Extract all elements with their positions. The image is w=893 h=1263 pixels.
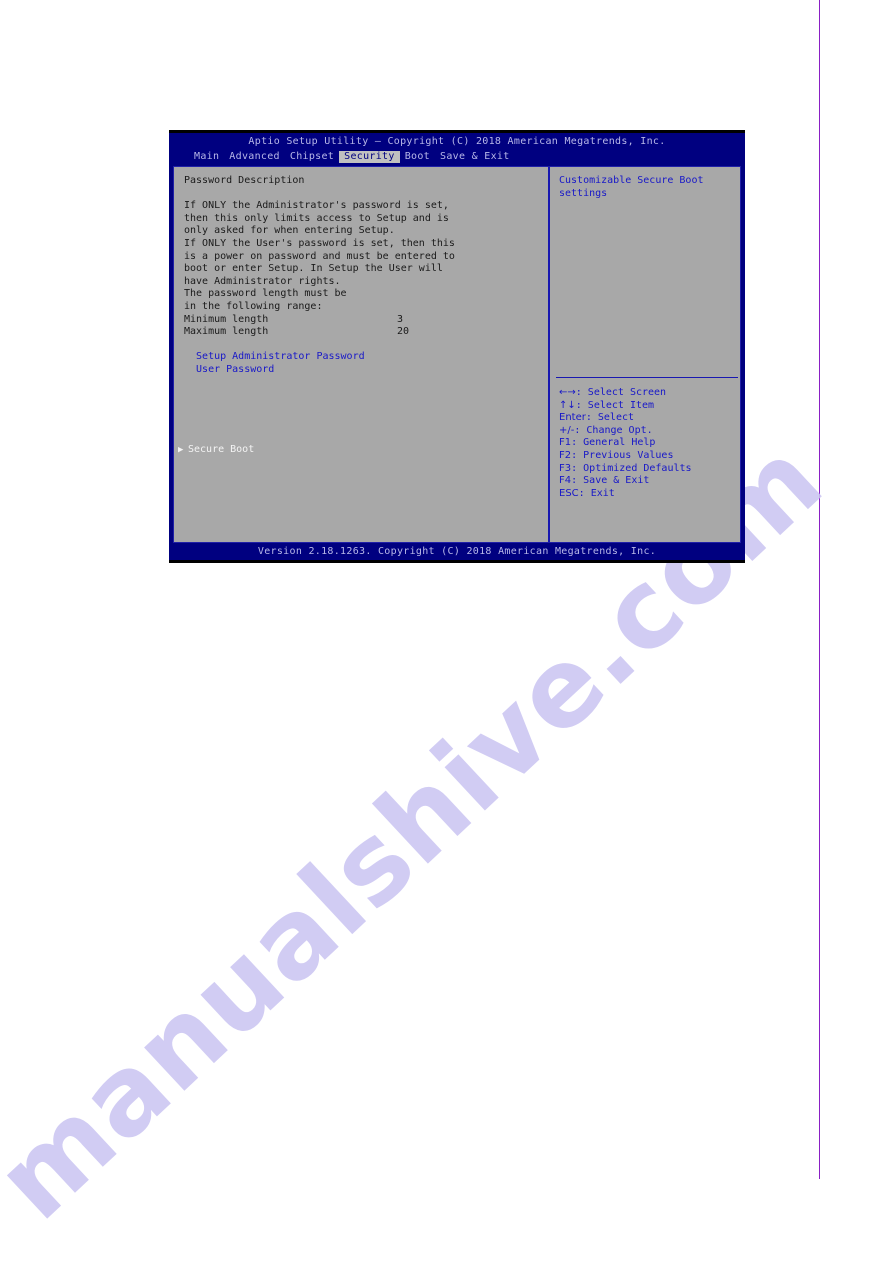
description-line: have Administrator rights. — [184, 275, 341, 287]
tab-advanced[interactable]: Advanced — [224, 151, 285, 164]
description-line: in the following range: — [184, 300, 323, 312]
nav-key: F1 — [559, 437, 572, 449]
nav-key: Enter — [559, 412, 586, 424]
tab-main[interactable]: Main — [189, 151, 224, 164]
password-length-row: Maximum length 20 — [184, 326, 410, 338]
nav-key: F3 — [559, 462, 572, 474]
left-pane: Password Description If ONLY the Adminis… — [174, 167, 550, 542]
description-line: If ONLY the User's password is set, then… — [184, 237, 455, 249]
nav-key-description: : Select Item — [575, 399, 655, 411]
nav-key-row: F3: Optimized Defaults — [559, 463, 692, 476]
nav-key-row: F4: Save & Exit — [559, 475, 692, 488]
nav-key: ↑↓ — [559, 399, 576, 411]
password-option-list[interactable]: Setup Administrator Password User Passwo… — [184, 351, 548, 376]
tab-security[interactable]: Security — [339, 150, 400, 164]
nav-key: ←→ — [559, 387, 576, 398]
help-line: Customizable Secure Boot — [559, 175, 704, 186]
password-length-rows: Minimum length 3 Maximum length 20 — [184, 314, 548, 339]
tab-chipset[interactable]: Chipset — [285, 151, 339, 164]
nav-key: +/- — [559, 424, 575, 436]
password-length-value: 3 — [397, 313, 404, 325]
description-line: then this only limits access to Setup an… — [184, 212, 449, 224]
nav-key-row: F2: Previous Values — [559, 450, 692, 463]
nav-key: ESC — [559, 487, 579, 499]
nav-key-description: : General Help — [571, 437, 656, 449]
nav-key: F4 — [559, 475, 572, 487]
password-length-value: 20 — [397, 326, 410, 338]
description-line: boot or enter Setup. In Setup the User w… — [184, 263, 443, 275]
password-description-body: If ONLY the Administrator's password is … — [184, 200, 548, 313]
nav-key-row: +/-: Change Opt. — [559, 425, 692, 438]
bios-menu-bar[interactable]: Main Advanced Chipset Security Boot Save & Ex… — [169, 150, 745, 164]
secure-boot-label: Secure Boot — [188, 444, 255, 456]
nav-key-row: ESC: Exit — [559, 488, 692, 501]
nav-key-description: : Save & Exit — [571, 475, 650, 487]
password-description-title: Password Description — [184, 175, 305, 186]
nav-key-description: : Optimized Defaults — [571, 462, 692, 474]
tab-boot[interactable]: Boot — [400, 151, 435, 164]
nav-key-description: : Select Screen — [575, 387, 667, 398]
password-length-row: Minimum length 3 — [184, 313, 404, 325]
description-line: is a power on password and must be enter… — [184, 250, 455, 262]
watermark: manualshive.com — [0, 417, 847, 1243]
nav-key-description: : Exit — [578, 487, 615, 499]
bios-body: Password Description If ONLY the Adminis… — [173, 166, 741, 543]
sidebar-item-secure-boot[interactable]: ▶ Secure Boot — [174, 444, 548, 457]
bios-footer: Version 2.18.1263. Copyright (C) 2018 Am… — [169, 543, 745, 560]
nav-divider — [556, 377, 738, 378]
tab-save-exit[interactable]: Save & Exit — [435, 151, 515, 164]
bios-title-bar: Aptio Setup Utility – Copyright (C) 2018… — [248, 136, 666, 147]
page-margin-line — [819, 0, 820, 1179]
right-pane: Customizable Secure Boot settings ←→: Sel… — [550, 167, 740, 542]
description-line: If ONLY the Administrator's password is … — [184, 200, 449, 212]
nav-key: F2 — [559, 449, 572, 461]
nav-key-legend: ←→: Select Screen ↑↓: Select Item Enter: S… — [559, 387, 692, 500]
menu-item-setup-administrator-password[interactable]: Setup Administrator Password — [184, 351, 548, 364]
help-text: Customizable Secure Boot settings — [559, 175, 740, 200]
help-line: settings — [559, 187, 608, 199]
nav-key-row: ↑↓: Select Item — [559, 400, 692, 413]
chevron-right-icon: ▶ — [178, 445, 184, 455]
description-line: only asked for when entering Setup. — [184, 225, 395, 237]
nav-key-description: : Change Opt. — [574, 424, 653, 436]
description-line: The password length must be — [184, 288, 347, 300]
menu-item-user-password[interactable]: User Password — [184, 364, 548, 377]
nav-key-row: Enter: Select — [559, 412, 692, 425]
bios-setup-window: Aptio Setup Utility – Copyright (C) 2018… — [169, 130, 745, 563]
nav-key-description: : Select — [585, 412, 635, 424]
nav-key-description: : Previous Values — [571, 449, 674, 461]
nav-key-row: F1: General Help — [559, 437, 692, 450]
nav-key-row: ←→: Select Screen — [559, 387, 692, 400]
